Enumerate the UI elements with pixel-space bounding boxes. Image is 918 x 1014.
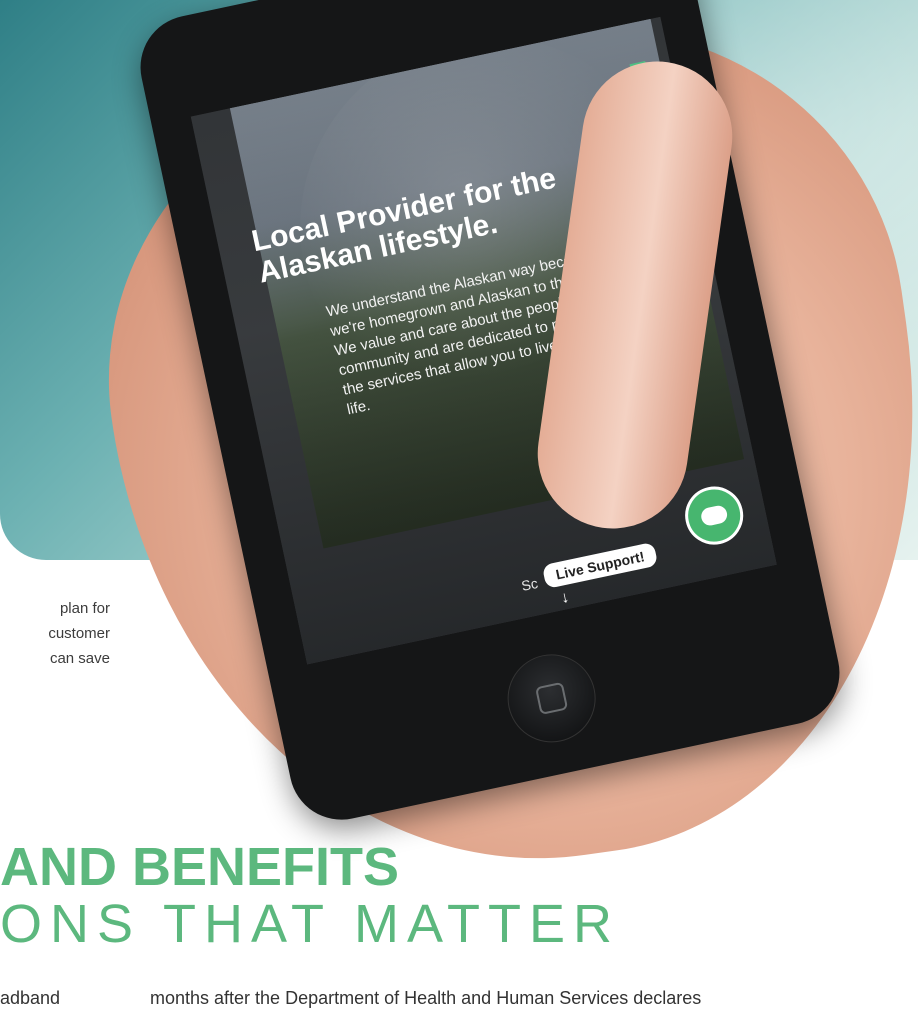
body-text-right: months after the Department of Health an… bbox=[150, 988, 702, 1008]
section-heading: AND BENEFITS bbox=[0, 837, 400, 897]
side-line: customer bbox=[48, 625, 110, 642]
speech-bubble-icon bbox=[699, 504, 729, 528]
side-line: can save bbox=[49, 650, 110, 667]
side-paragraph: plan for customer can save bbox=[0, 596, 110, 671]
section-subheading: ONS THAT MATTER bbox=[0, 894, 621, 954]
scroll-label: Sc bbox=[519, 574, 540, 594]
side-line: plan for bbox=[59, 600, 110, 617]
home-button-icon[interactable] bbox=[499, 646, 604, 751]
body-text-left: adband bbox=[0, 988, 61, 1008]
